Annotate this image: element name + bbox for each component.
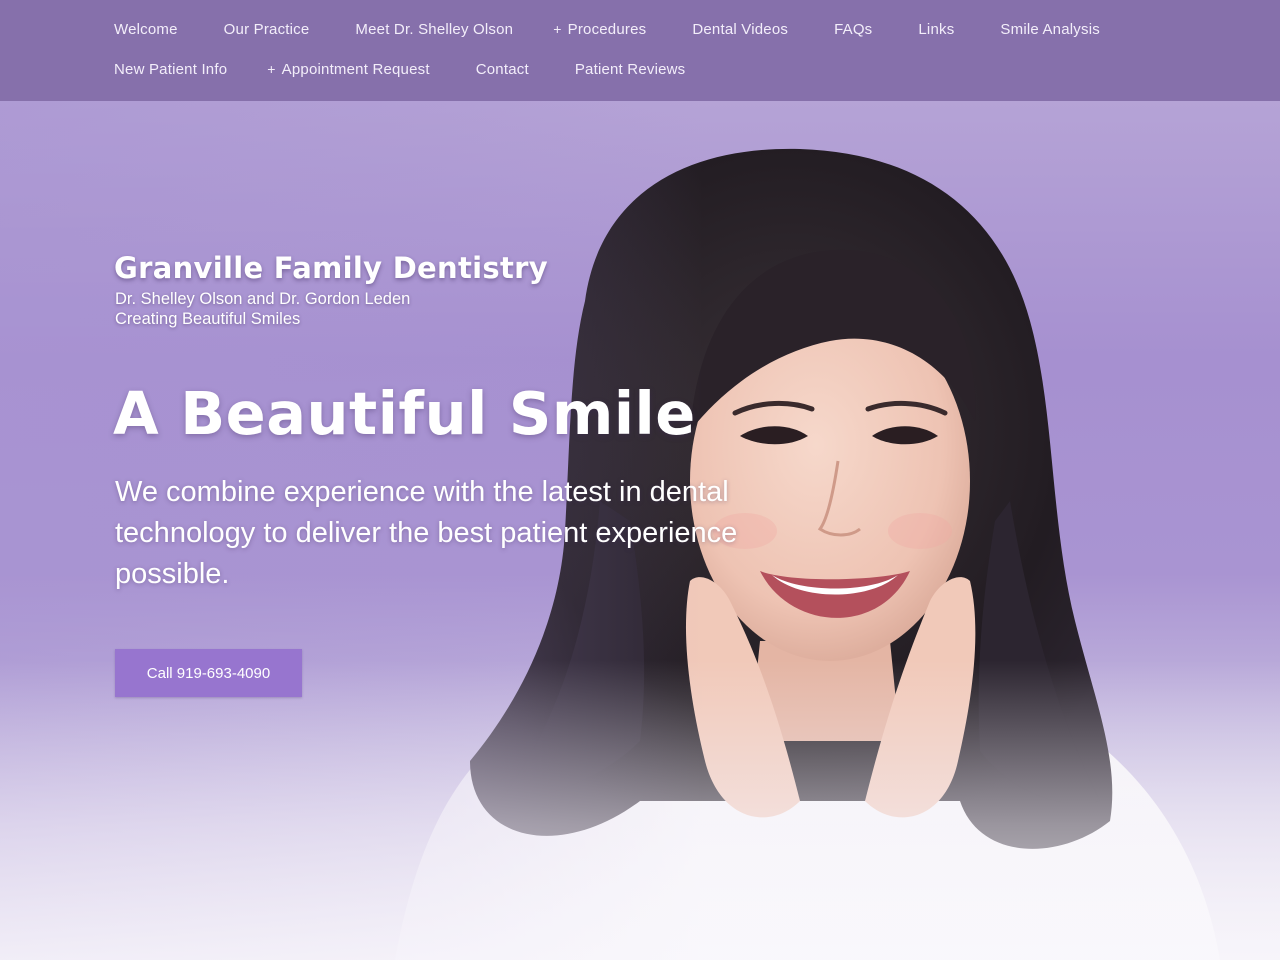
nav-item-faqs[interactable]: FAQs <box>808 9 892 49</box>
nav-item-contact[interactable]: Contact <box>450 49 549 89</box>
nav-item-appointment-request[interactable]: + Appointment Request <box>247 49 449 89</box>
nav-item-label: Appointment Request <box>281 60 430 78</box>
practice-name[interactable]: Granville Family Dentistry <box>114 251 548 285</box>
nav-item-new-patient-info[interactable]: New Patient Info <box>88 49 247 89</box>
nav-item-smile-analysis[interactable]: Smile Analysis <box>974 9 1120 49</box>
plus-icon: + <box>267 61 276 77</box>
nav-item-welcome[interactable]: Welcome <box>88 9 198 49</box>
nav-item-label: Contact <box>475 60 529 78</box>
hero-section: Granville Family Dentistry Dr. Shelley O… <box>0 101 1280 960</box>
nav-row-2: New Patient Info + Appointment Request Co… <box>88 49 1280 89</box>
nav-item-procedures[interactable]: + Procedures <box>533 9 666 49</box>
main-navigation: Welcome Our Practice Meet Dr. Shelley Ol… <box>0 0 1280 101</box>
page: Welcome Our Practice Meet Dr. Shelley Ol… <box>0 0 1280 960</box>
nav-item-label: Meet Dr. Shelley Olson <box>355 20 514 38</box>
practice-tagline: Creating Beautiful Smiles <box>115 310 301 328</box>
nav-item-label: Dental Videos <box>692 20 789 38</box>
nav-item-label: Links <box>918 20 955 38</box>
nav-item-our-practice[interactable]: Our Practice <box>198 9 330 49</box>
practice-doctors: Dr. Shelley Olson and Dr. Gordon Leden <box>115 290 411 308</box>
nav-item-label: Procedures <box>567 20 647 38</box>
nav-item-label: Patient Reviews <box>574 60 686 78</box>
nav-row-1: Welcome Our Practice Meet Dr. Shelley Ol… <box>88 9 1280 49</box>
nav-item-label: FAQs <box>834 20 873 38</box>
plus-icon: + <box>553 21 562 37</box>
hero-headline: A Beautiful Smile <box>113 379 696 448</box>
nav-item-label: New Patient Info <box>114 60 228 78</box>
hero-subheading: We combine experience with the latest in… <box>115 476 738 590</box>
nav-item-patient-reviews[interactable]: Patient Reviews <box>549 49 706 89</box>
nav-item-label: Smile Analysis <box>1000 20 1100 38</box>
nav-item-meet-doctor[interactable]: Meet Dr. Shelley Olson <box>329 9 533 49</box>
call-phone-button[interactable]: Call 919-693-4090 <box>115 649 302 697</box>
nav-item-links[interactable]: Links <box>892 9 974 49</box>
nav-item-label: Our Practice <box>223 20 310 38</box>
nav-item-label: Welcome <box>114 20 178 38</box>
nav-item-dental-videos[interactable]: Dental Videos <box>666 9 808 49</box>
